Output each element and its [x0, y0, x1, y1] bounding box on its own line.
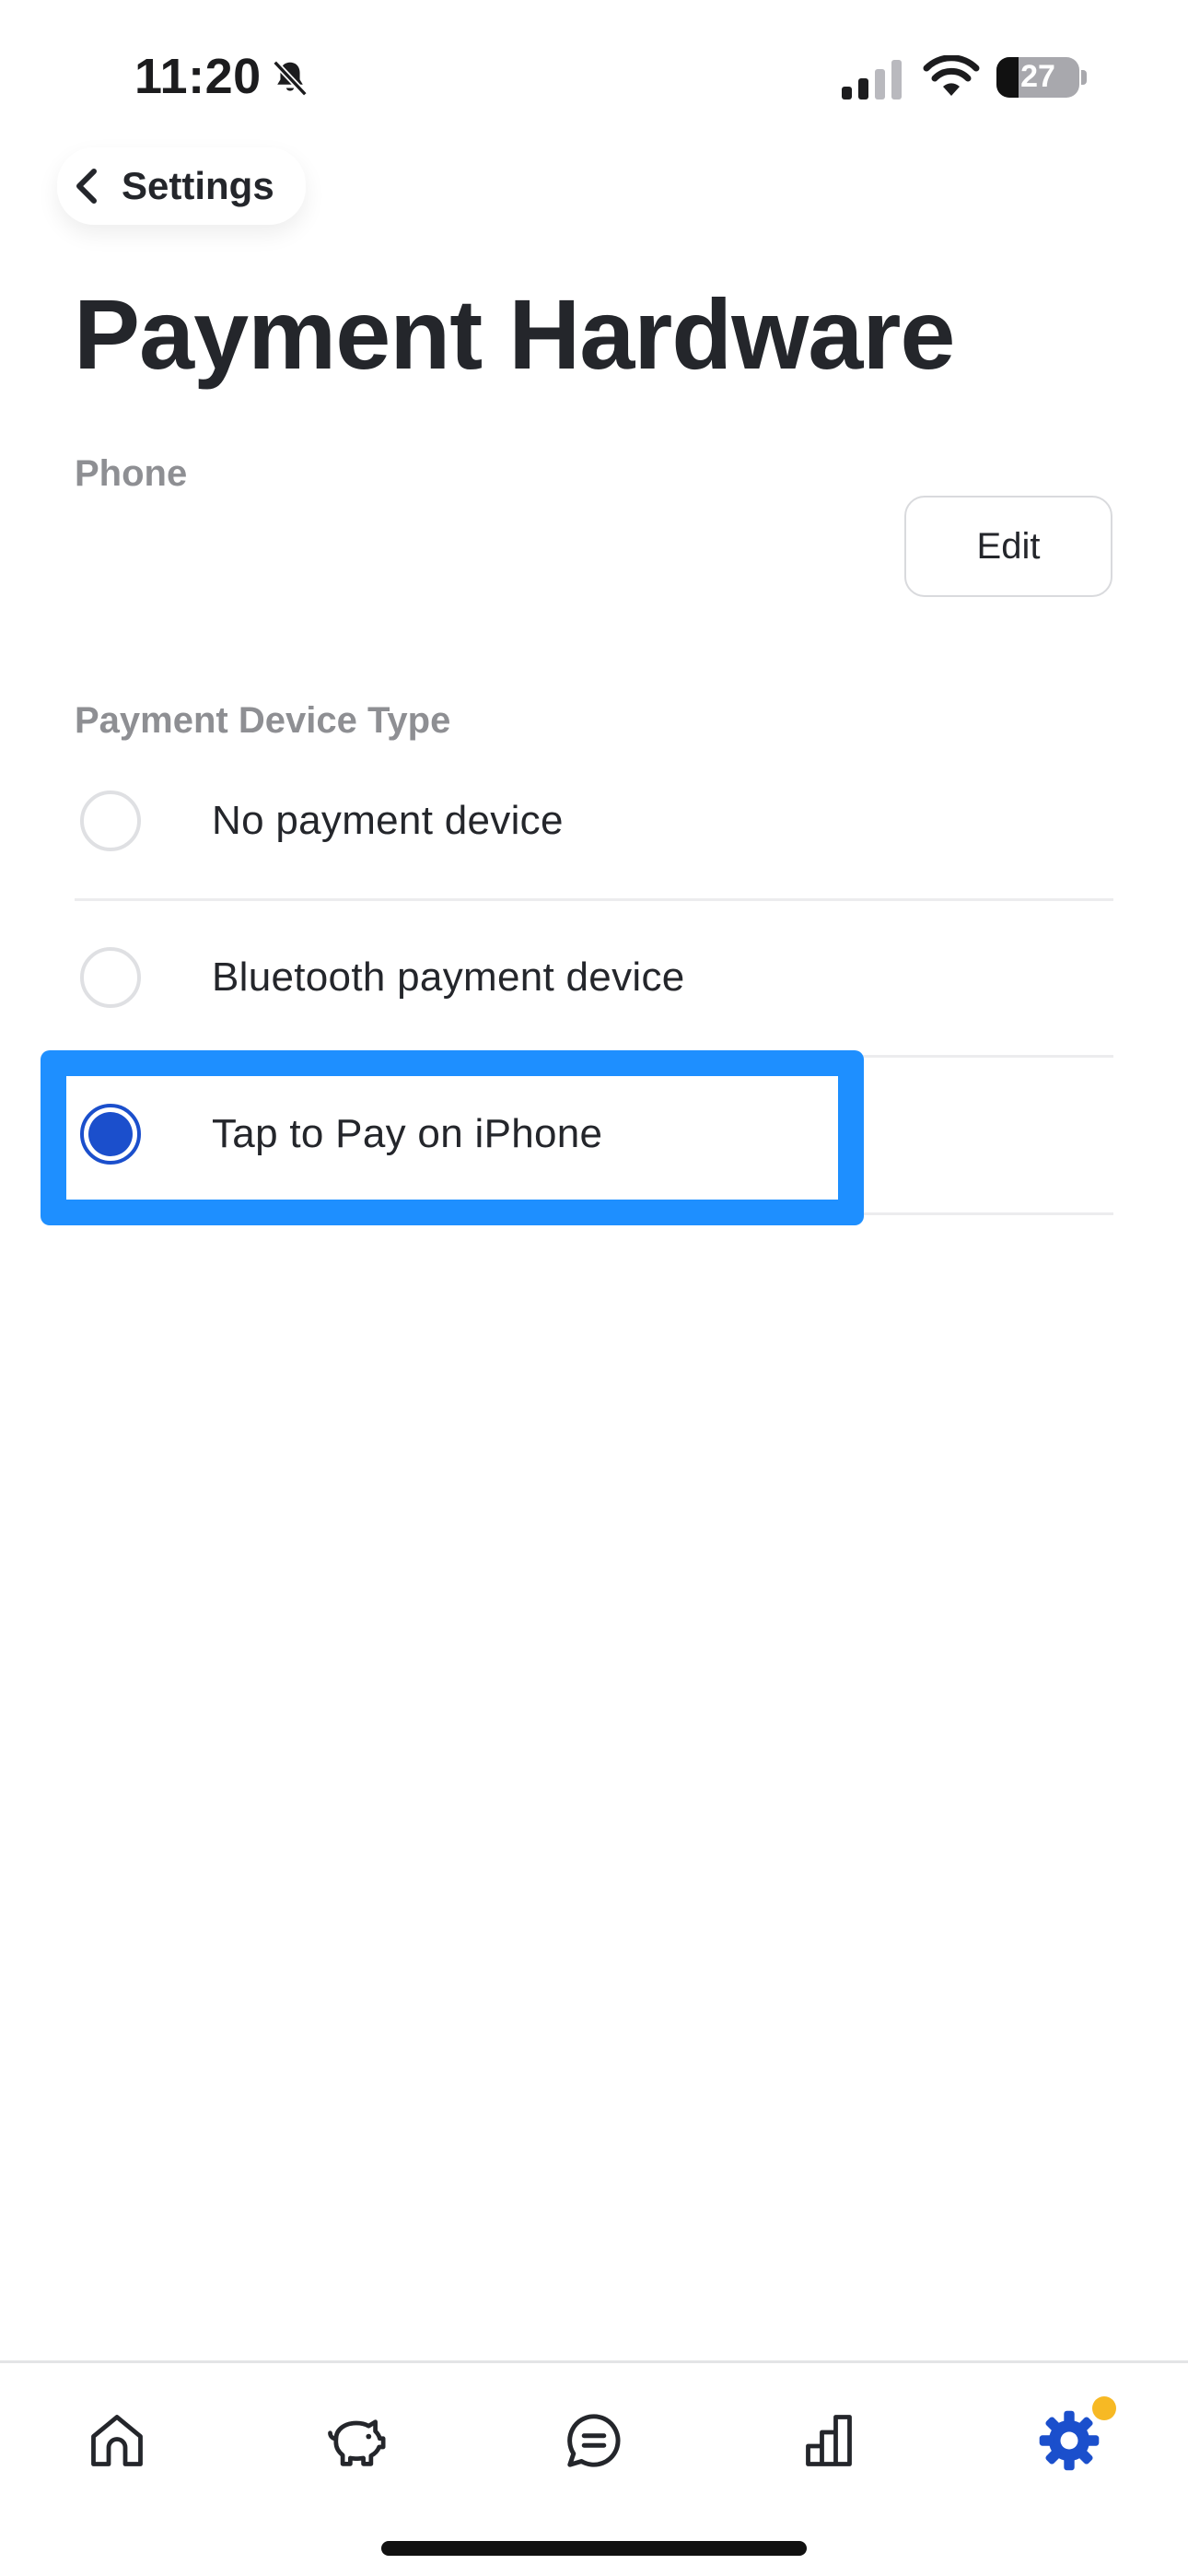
notification-badge	[1092, 2396, 1116, 2420]
home-indicator	[381, 2541, 807, 2556]
radio-button-selected[interactable]	[80, 1104, 141, 1165]
radio-button[interactable]	[80, 947, 141, 1008]
battery-level: 27	[1020, 59, 1055, 94]
option-tap-to-pay-on-iphone[interactable]: Tap to Pay on iPhone	[75, 1056, 1113, 1212]
page-title: Payment Hardware	[74, 278, 955, 390]
piggy-bank-icon	[328, 2419, 386, 2466]
back-button[interactable]: Settings	[57, 147, 306, 225]
phone-section-label: Phone	[75, 453, 188, 494]
wifi-icon	[923, 55, 980, 96]
tab-savings[interactable]	[315, 2399, 398, 2482]
tab-messages[interactable]	[553, 2399, 635, 2482]
divider	[75, 1212, 1113, 1215]
home-icon	[91, 2415, 143, 2466]
option-no-payment-device[interactable]: No payment device	[75, 743, 1113, 899]
radio-button[interactable]	[80, 790, 141, 851]
tab-reports[interactable]	[790, 2399, 873, 2482]
chevron-left-icon	[76, 169, 97, 204]
status-time: 11:20	[134, 49, 262, 104]
signal-icon	[842, 60, 902, 100]
payment-device-type-label: Payment Device Type	[75, 700, 451, 741]
edit-phone-button[interactable]: Edit	[904, 496, 1112, 597]
gear-icon	[1039, 2410, 1100, 2471]
battery-icon: 27	[996, 57, 1079, 98]
tab-bar-divider	[0, 2360, 1188, 2363]
back-label: Settings	[122, 164, 274, 207]
option-label: Tap to Pay on iPhone	[212, 1111, 603, 1156]
option-label: Bluetooth payment device	[212, 954, 685, 1000]
bar-chart-icon	[806, 2415, 852, 2466]
bell-slash-icon	[273, 60, 308, 97]
option-bluetooth-payment-device[interactable]: Bluetooth payment device	[75, 899, 1113, 1056]
battery-cap	[1081, 70, 1087, 85]
option-label: No payment device	[212, 798, 564, 843]
tab-home[interactable]	[76, 2399, 158, 2482]
radio-selected-dot	[88, 1112, 133, 1156]
chat-bubble-icon	[567, 2414, 621, 2467]
